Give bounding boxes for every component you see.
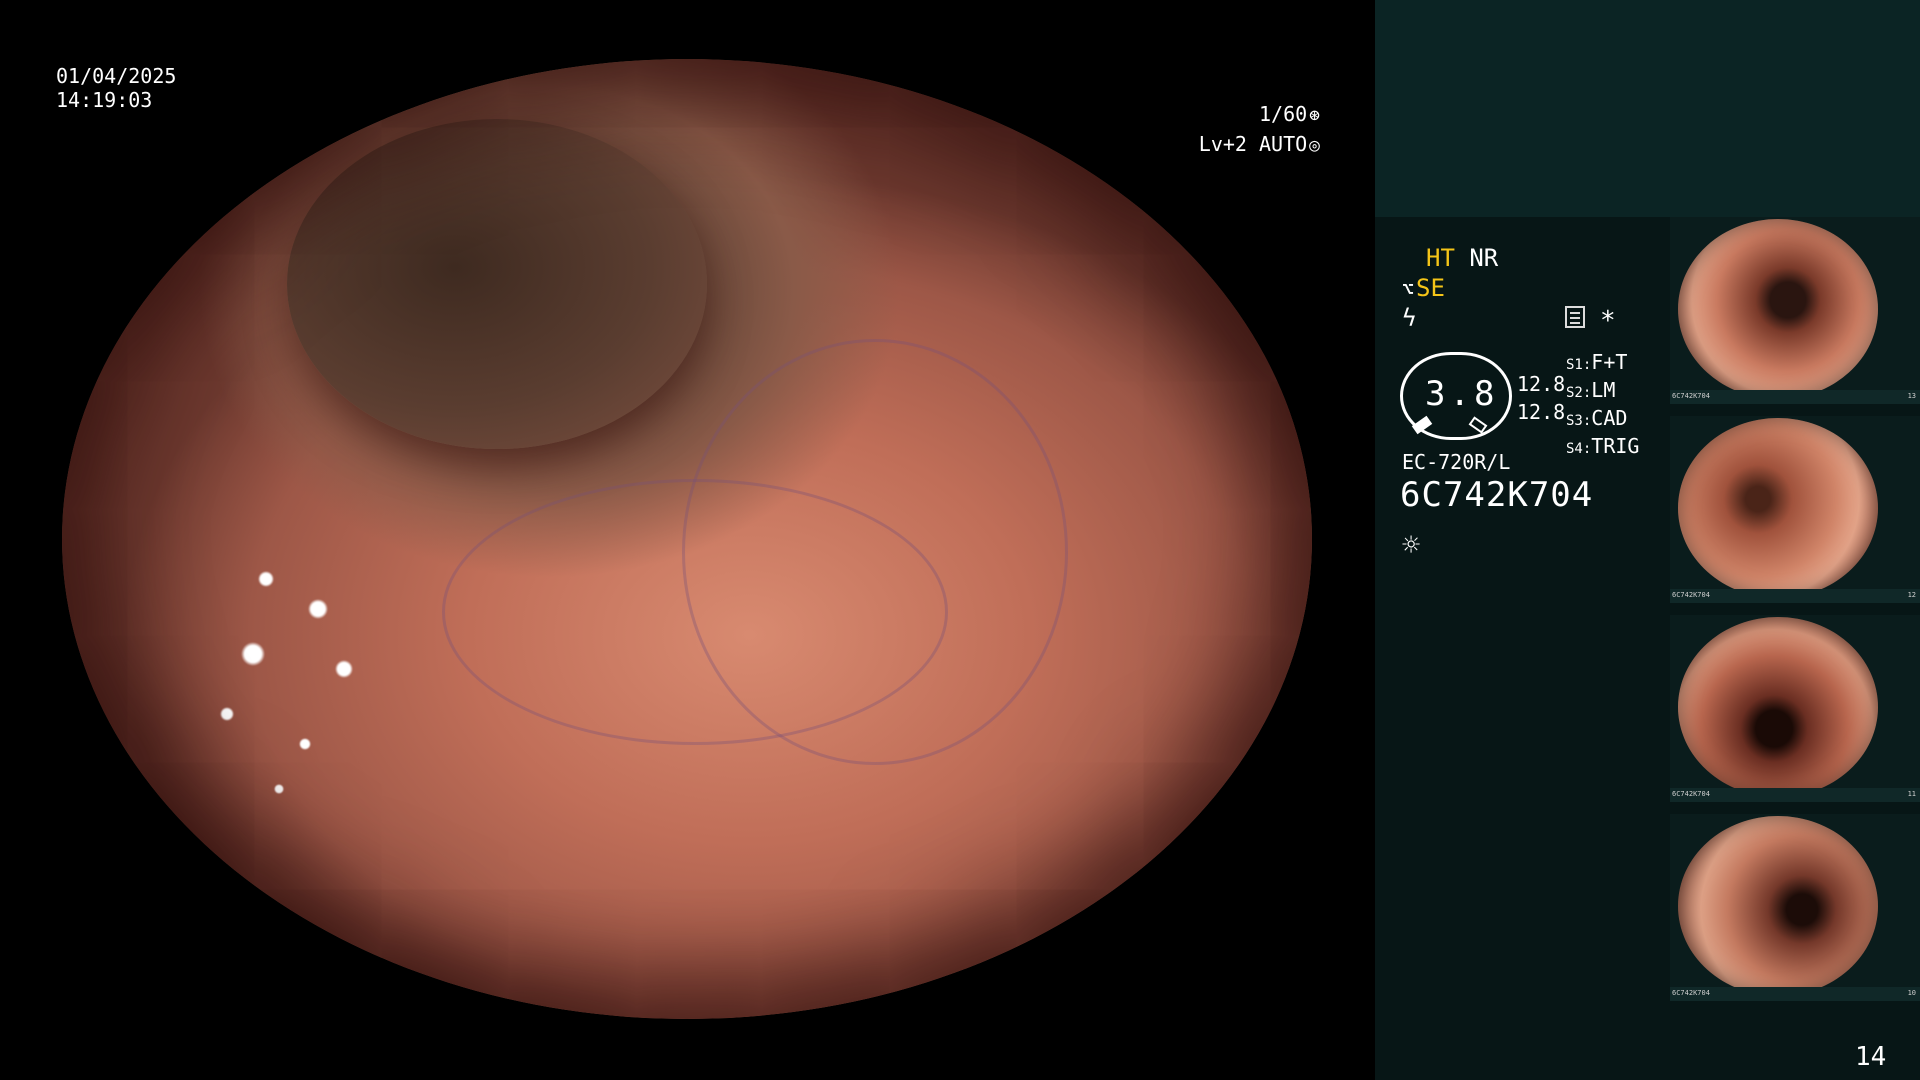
star-mark: * — [1600, 306, 1616, 336]
shutter-text: 1/60 — [1258, 102, 1308, 126]
mode-row: HT NR — [1426, 244, 1498, 272]
thumbnail-image — [1678, 418, 1878, 598]
date-text: 01/04/2025 — [56, 64, 177, 88]
switch-item: S4:TRIG — [1566, 434, 1640, 458]
thumbnail-image — [1678, 219, 1878, 399]
se-row: ⌥SE — [1402, 274, 1445, 302]
lightning-icon: ϟ — [1402, 304, 1417, 332]
page-number: 14 — [1855, 1042, 1887, 1072]
level-text: Lv+2 AUTO — [1198, 132, 1308, 156]
thumbnail-image — [1678, 816, 1878, 996]
thumbnail-meta: 6C742K704 — [1672, 392, 1710, 400]
thumbnail-image — [1678, 617, 1878, 797]
switch-item: S2:LM — [1566, 378, 1616, 402]
thumbnail-index: 12 — [1907, 591, 1916, 599]
thumbnail[interactable]: 6C742K704 10 — [1670, 814, 1920, 1001]
time-text: 14:19:03 — [56, 88, 153, 112]
vignette — [62, 59, 1312, 1019]
thumbnail-index: 11 — [1907, 790, 1916, 798]
scope-model: EC-720R/L — [1402, 450, 1511, 474]
se-label: SE — [1416, 274, 1445, 302]
thumbnail-meta: 6C742K704 — [1672, 591, 1710, 599]
scope-serial: 6C742K704 — [1400, 475, 1594, 515]
thumbnail[interactable]: 6C742K704 12 — [1670, 416, 1920, 603]
gauge-value: 3.8 — [1425, 374, 1499, 414]
thumbnail-index: 13 — [1907, 392, 1916, 400]
scope-tip-icon: ⌥ — [1402, 277, 1415, 301]
datetime: 01/04/2025 14:19:03 — [56, 64, 176, 112]
sun-icon: ☼ — [1402, 528, 1421, 563]
list-icon — [1565, 306, 1585, 328]
endoscopy-screen: 01/04/2025 14:19:03 1/60 ⊛ Lv+2 AUTO ◎ HT … — [0, 0, 1920, 1080]
switch-list: S1:F+T S2:LM S3:CAD S4:TRIG — [1566, 350, 1639, 462]
gauge-number-1: 12.8 — [1517, 372, 1566, 396]
exposure-info: 1/60 ⊛ Lv+2 AUTO ◎ — [1120, 100, 1320, 160]
switch-item: S3:CAD — [1566, 406, 1628, 430]
iris-icon: ◎ — [1309, 135, 1320, 156]
switch-item: S1:F+T — [1566, 350, 1628, 374]
aperture-icon: ⊛ — [1309, 105, 1320, 126]
gauge-number-2: 12.8 — [1517, 400, 1566, 424]
thumbnail-meta: 6C742K704 — [1672, 989, 1710, 997]
thumbnail-meta: 6C742K704 — [1672, 790, 1710, 798]
panel-top — [1375, 0, 1920, 217]
thumbnail-index: 10 — [1907, 989, 1916, 997]
ht-label: HT — [1426, 244, 1455, 272]
thumbnail[interactable]: 6C742K704 13 — [1670, 217, 1920, 404]
thumbnail[interactable]: 6C742K704 11 — [1670, 615, 1920, 802]
nr-label: NR — [1469, 244, 1499, 272]
endoscopy-image — [62, 59, 1312, 1019]
